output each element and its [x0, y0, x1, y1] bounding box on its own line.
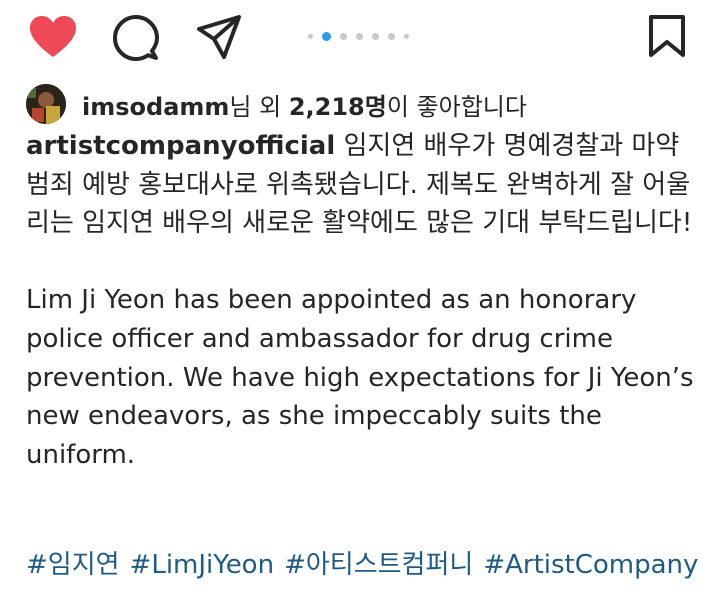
- likes-text: imsodamm님 외 2,218명이 좋아합니다: [82, 87, 527, 122]
- share-send-icon[interactable]: [196, 14, 242, 60]
- comment-icon[interactable]: [112, 14, 160, 62]
- liker-avatar[interactable]: [26, 84, 66, 124]
- caption-english-text: Lim Ji Yeon has been appointed as an hon…: [26, 285, 694, 470]
- carousel-dot: [340, 32, 347, 40]
- carousel-dot: [372, 32, 379, 40]
- carousel-dot: [308, 33, 313, 39]
- carousel-dot: [388, 32, 395, 40]
- caption-korean-paragraph: artistcompanyofficial 임지연 배우가 명예경찰과 마약 범…: [26, 127, 702, 243]
- like-heart-icon[interactable]: [28, 15, 78, 59]
- hashtag-link[interactable]: #임지연: [26, 550, 120, 580]
- liker-username[interactable]: imsodamm: [82, 93, 229, 121]
- carousel-dot: [356, 32, 363, 40]
- hashtag-link[interactable]: #아티스트컴퍼니: [284, 550, 473, 580]
- post-caption: artistcompanyofficial 임지연 배우가 명예경찰과 마약 범…: [26, 127, 702, 474]
- caption-username[interactable]: artistcompanyofficial: [26, 131, 335, 161]
- bookmark-icon[interactable]: [646, 14, 688, 58]
- hashtag-link[interactable]: #LimJiYeon: [130, 550, 275, 580]
- likes-count[interactable]: 2,218명: [289, 93, 387, 121]
- post-action-bar: [0, 0, 720, 80]
- hashtag-line: #임지연 #LimJiYeon #아티스트컴퍼니 #ArtistCompany: [26, 543, 708, 587]
- hashtag-link[interactable]: #ArtistCompany: [483, 550, 698, 580]
- carousel-dot: [404, 33, 409, 39]
- likes-summary[interactable]: imsodamm님 외 2,218명이 좋아합니다: [26, 84, 527, 124]
- likes-suffix: 이 좋아합니다: [386, 92, 527, 121]
- carousel-dot-active: [322, 31, 331, 41]
- carousel-indicator: [308, 31, 418, 41]
- likes-connector: 님 외: [229, 92, 289, 121]
